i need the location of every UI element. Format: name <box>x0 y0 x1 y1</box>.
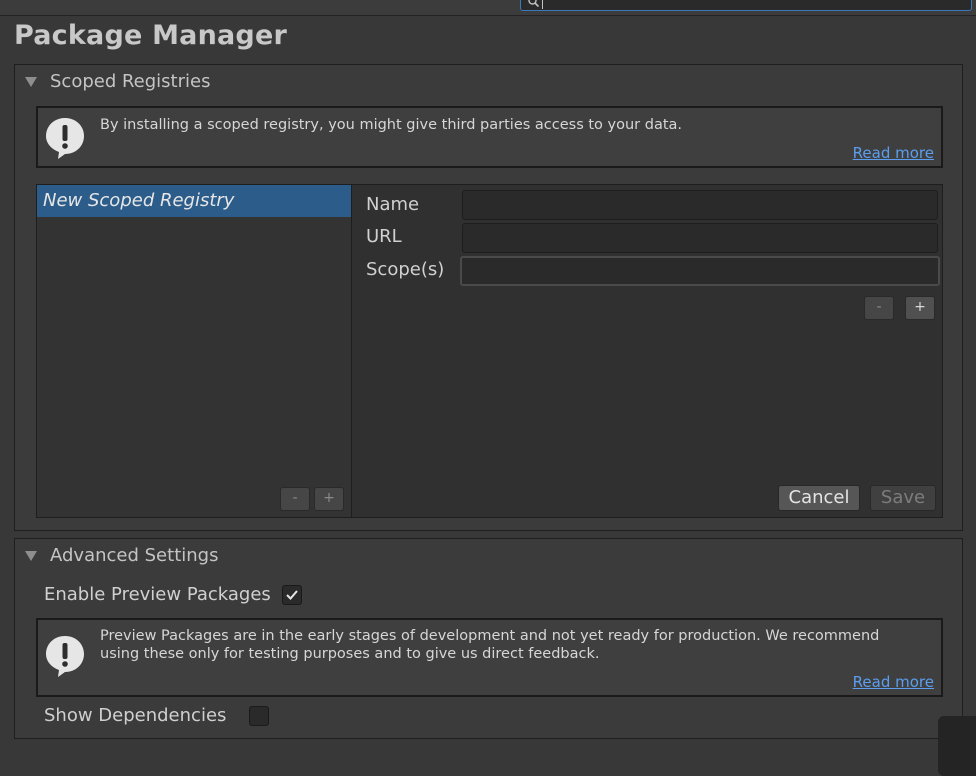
scoped-registries-title: Scoped Registries <box>50 71 211 92</box>
preview-warning: Preview Packages are in the early stages… <box>36 618 943 697</box>
search-field[interactable] <box>520 0 972 11</box>
warning-bubble-icon <box>46 118 84 159</box>
add-registry-button[interactable]: + <box>314 487 344 511</box>
checkmark-icon <box>286 590 298 600</box>
show-dependencies-label: Show Dependencies <box>44 705 227 726</box>
preview-warning-text: Preview Packages are in the early stages… <box>100 628 880 662</box>
page-title: Package Manager <box>14 20 287 51</box>
enable-preview-label: Enable Preview Packages <box>44 584 271 605</box>
remove-registry-button[interactable]: - <box>280 487 310 511</box>
cancel-button[interactable]: Cancel <box>778 485 860 511</box>
url-label: URL <box>366 226 402 247</box>
registry-list: New Scoped Registry - + <box>36 184 352 518</box>
search-icon <box>528 0 539 7</box>
add-scope-button[interactable]: + <box>905 296 935 320</box>
remove-scope-button[interactable]: - <box>864 296 894 320</box>
scoped-registry-warning: By installing a scoped registry, you mig… <box>36 106 943 168</box>
warning-bubble-icon <box>46 636 84 677</box>
foldout-arrow-icon <box>25 77 37 87</box>
enable-preview-checkbox[interactable] <box>282 585 302 605</box>
read-more-link[interactable]: Read more <box>853 673 934 691</box>
read-more-link[interactable]: Read more <box>853 144 934 162</box>
scoped-registries-section: Scoped Registries By installing a scoped… <box>14 64 963 531</box>
save-button[interactable]: Save <box>870 485 936 511</box>
warning-text: By installing a scoped registry, you mig… <box>100 117 683 133</box>
name-label: Name <box>366 194 420 215</box>
advanced-settings-section: Advanced Settings Enable Preview Package… <box>14 538 963 739</box>
advanced-settings-title: Advanced Settings <box>50 545 219 566</box>
scopes-input[interactable] <box>460 256 940 286</box>
corner-panel <box>938 716 976 776</box>
registry-detail-panel: Name URL Scope(s) - + Cancel Save <box>351 184 943 518</box>
registry-list-item[interactable]: New Scoped Registry <box>37 185 351 217</box>
show-dependencies-checkbox[interactable] <box>249 706 269 726</box>
scopes-label: Scope(s) <box>366 259 445 280</box>
scoped-registries-foldout[interactable]: Scoped Registries <box>15 65 962 97</box>
name-input[interactable] <box>462 190 938 220</box>
advanced-settings-foldout[interactable]: Advanced Settings <box>15 539 962 571</box>
registry-list-item-label: New Scoped Registry <box>43 190 235 211</box>
top-toolbar <box>0 0 976 16</box>
url-input[interactable] <box>462 223 938 253</box>
text-caret <box>542 0 543 9</box>
foldout-arrow-icon <box>25 551 37 561</box>
